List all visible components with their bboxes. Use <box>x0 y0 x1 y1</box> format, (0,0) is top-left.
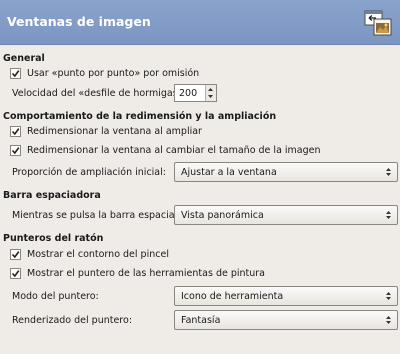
pointer-rendering-label: Renderizado del puntero: <box>12 315 133 326</box>
initial-zoom-combo[interactable]: Ajustar a la ventana <box>174 162 398 182</box>
initial-zoom-value: Ajustar a la ventana <box>181 167 277 178</box>
paint-tool-pointer-label: Mostrar el puntero de las herramientas d… <box>27 268 266 279</box>
pointer-mode-label: Modo del puntero: <box>12 291 99 302</box>
image-windows-icon <box>364 10 392 36</box>
combo-arrows-icon <box>386 292 391 300</box>
brush-outline-label: Mostrar el contorno del pincel <box>27 249 169 260</box>
combo-arrows-icon <box>386 168 391 176</box>
dialog-header: Ventanas de imagen <box>0 0 400 45</box>
space-bar-combo[interactable]: Vista panorámica <box>174 205 398 225</box>
dot-for-dot-checkbox[interactable] <box>10 68 21 79</box>
resize-on-zoom-label: Redimensionar la ventana al ampliar <box>27 126 202 137</box>
pointer-mode-combo[interactable]: Icono de herramienta <box>174 286 398 306</box>
check-icon <box>11 70 20 78</box>
combo-arrows-icon <box>386 316 391 324</box>
initial-zoom-label: Proporción de ampliación inicial: <box>12 167 166 178</box>
page-title: Ventanas de imagen <box>7 14 151 29</box>
marching-ants-label: Velocidad del «desfile de hormigas»: <box>12 88 187 99</box>
dot-for-dot-label: Usar «punto por punto» por omisión <box>27 68 200 79</box>
resize-on-zoom-checkbox[interactable] <box>10 126 21 137</box>
pointer-mode-value: Icono de herramienta <box>181 291 284 302</box>
resize-on-change-label: Redimensionar la ventana al cambiar el t… <box>27 145 321 156</box>
paint-tool-pointer-checkbox[interactable] <box>10 268 21 279</box>
section-space-bar-title: Barra espaciadora <box>3 190 101 201</box>
pointer-rendering-combo[interactable]: Fantasía <box>174 310 398 330</box>
check-icon <box>11 147 20 155</box>
combo-arrows-icon <box>386 211 391 219</box>
section-zoom-title: Comportamiento de la redimensión y la am… <box>3 111 277 122</box>
check-icon <box>11 251 20 259</box>
marching-ants-spinbutton[interactable]: 200 <box>174 84 217 102</box>
pointer-rendering-value: Fantasía <box>181 315 221 326</box>
section-general-title: General <box>3 53 45 64</box>
brush-outline-checkbox[interactable] <box>10 249 21 260</box>
spin-arrows[interactable] <box>205 85 216 101</box>
check-icon <box>11 270 20 278</box>
resize-on-change-checkbox[interactable] <box>10 145 21 156</box>
check-icon <box>11 128 20 136</box>
space-bar-value: Vista panorámica <box>181 210 264 221</box>
space-bar-label: Mientras se pulsa la barra espaciadora: <box>12 210 200 221</box>
section-pointers-title: Punteros del ratón <box>3 233 104 244</box>
marching-ants-value: 200 <box>179 88 198 99</box>
spin-up-down-icon <box>208 88 213 98</box>
